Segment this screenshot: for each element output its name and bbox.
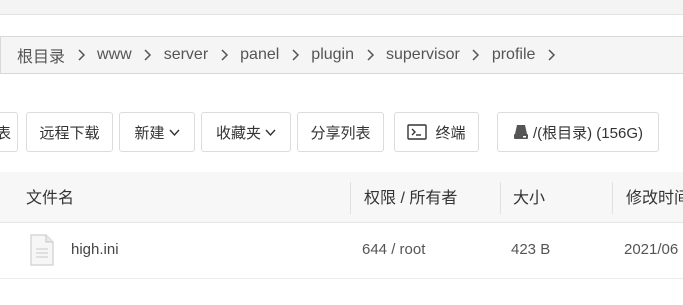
share-list-button[interactable]: 分享列表	[297, 112, 384, 152]
chevron-right-icon	[360, 46, 380, 64]
favorites-label: 收藏夹	[215, 124, 261, 142]
chevron-right-icon	[466, 46, 486, 64]
crumb-supervisor[interactable]: supervisor	[380, 46, 466, 64]
file-name[interactable]: high.ini	[71, 222, 119, 278]
partial-button[interactable]: 表	[0, 112, 18, 152]
column-divider[interactable]	[350, 182, 351, 214]
disk-button[interactable]: /(根目录) (156G)	[497, 112, 659, 152]
crumb-server[interactable]: server	[158, 46, 214, 64]
remote-download-button[interactable]: 远程下载	[26, 112, 113, 152]
header-modified[interactable]: 修改时间	[626, 172, 683, 222]
terminal-label: 终端	[435, 124, 466, 142]
chevron-down-icon	[261, 124, 276, 141]
share-list-label: 分享列表	[310, 124, 371, 142]
chevron-right-icon	[541, 46, 561, 64]
file-permission[interactable]: 644 / root	[362, 222, 425, 278]
disk-label: /(根目录) (156G)	[532, 124, 643, 142]
crumb-profile[interactable]: profile	[486, 46, 542, 64]
terminal-icon	[407, 124, 428, 140]
crumb-panel[interactable]: panel	[234, 46, 285, 64]
toolbar: 表 远程下载 新建 收藏夹 分享列表 终端 /(根目录) (156G)	[0, 112, 683, 154]
favorites-button[interactable]: 收藏夹	[201, 112, 291, 152]
terminal-button[interactable]: 终端	[394, 112, 479, 152]
column-divider[interactable]	[500, 182, 501, 214]
chevron-right-icon	[71, 46, 91, 64]
header-name[interactable]: 文件名	[26, 172, 74, 222]
header-size[interactable]: 大小	[513, 172, 545, 222]
chevron-right-icon	[214, 46, 234, 64]
crumb-www[interactable]: www	[91, 46, 138, 64]
file-icon	[30, 234, 54, 266]
breadcrumb: 根目录 www server panel plugin supervisor p…	[0, 36, 683, 74]
crumb-root[interactable]: 根目录	[11, 43, 71, 67]
new-button[interactable]: 新建	[119, 112, 195, 152]
partial-button-label: 表	[0, 124, 11, 142]
remote-download-label: 远程下载	[39, 124, 100, 142]
chevron-right-icon	[138, 46, 158, 64]
table-row[interactable]: high.ini 644 / root 423 B 2021/06	[0, 222, 683, 279]
column-divider[interactable]	[612, 182, 613, 214]
crumb-plugin[interactable]: plugin	[305, 46, 360, 64]
chevron-down-icon	[165, 124, 180, 141]
file-modified: 2021/06	[624, 241, 679, 258]
chevron-right-icon	[285, 46, 305, 64]
file-size: 423 B	[511, 241, 551, 258]
header-permission[interactable]: 权限 / 所有者	[364, 172, 457, 222]
new-label: 新建	[134, 124, 165, 142]
disk-icon	[513, 124, 529, 140]
table-header: 文件名 权限 / 所有者 大小 修改时间	[0, 172, 683, 223]
top-strip	[0, 0, 683, 15]
